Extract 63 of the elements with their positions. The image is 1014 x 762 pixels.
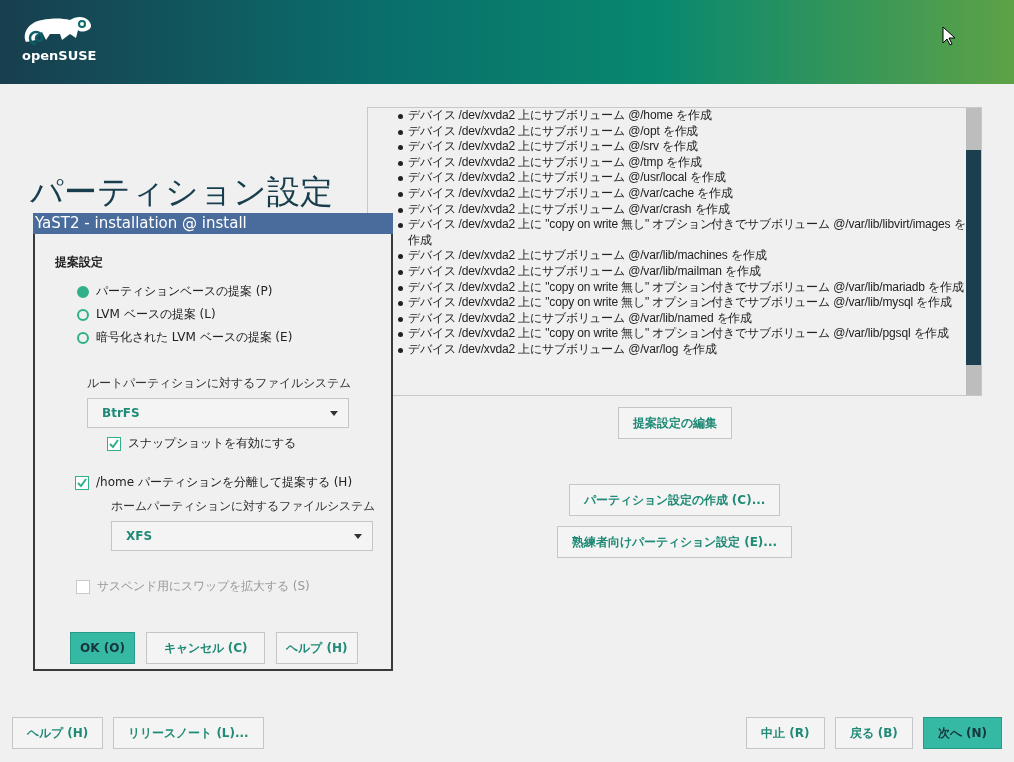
bullet-icon [398,129,403,135]
page-title: パーティション設定 [30,173,334,211]
bullet-icon [398,269,403,275]
caret-icon [330,410,338,416]
radio-option[interactable]: LVM ベースの提案 (L) [77,306,391,323]
radio-option[interactable]: パーティションベースの提案 (P) [77,283,391,300]
log-line: デバイス /dev/xvda2 上にサブボリューム @/var/log を作成 [408,341,718,356]
bullet-icon [398,332,403,338]
log-line: デバイス /dev/xvda2 上にサブボリューム @/var/cache を作成 [408,185,733,200]
log-line: デバイス /dev/xvda2 上にサブボリューム @/opt を作成 [408,123,699,138]
action-button[interactable]: パーティション設定の作成 (C)... [568,484,781,516]
log-line: デバイス /dev/xvda2 上にサブボリューム @/var/lib/mailman を作成 [408,263,761,278]
log-line: デバイス /dev/xvda2 上にサブボリューム @/srv を作成 [408,139,698,154]
action-button[interactable]: 提案設定の編集 [617,407,732,439]
checkbox[interactable] [75,475,89,490]
field-label: ホームパーティションに対するファイルシステム [111,498,376,515]
log-line: デバイス /dev/xvda2 上に "copy on write 無し" オプション付きでサブボリューム @/var/lib/mariadb を作成 [408,279,964,294]
bullet-icon [398,285,403,291]
radio-option[interactable]: 暗号化された LVM ベースの提案 (E) [77,329,391,346]
primary-button[interactable]: OK (O) [70,632,135,664]
bullet-icon [398,316,403,322]
bullet-icon [398,145,403,151]
button[interactable]: ヘルプ (H) [276,632,358,664]
log-line: デバイス /dev/xvda2 上に "copy on write 無し" オプション付きでサブボリューム @/var/lib/mysql を作成 [408,295,952,310]
button[interactable]: 中止 (R) [746,717,825,749]
bullet-icon [398,176,403,182]
scrollbar[interactable] [966,108,981,395]
button[interactable]: 戻る (B) [834,717,913,749]
checkbox[interactable] [107,436,121,451]
bullet-icon [398,254,403,260]
bullet-icon [398,191,403,197]
radio-button[interactable] [77,285,89,298]
checkbox-option[interactable]: /home パーティションを分離して提案する (H) [75,474,391,491]
action-button[interactable]: 熟練者向けパーティション設定 (E)... [557,526,792,558]
radio-button[interactable] [77,308,89,321]
log-line: デバイス /dev/xvda2 上にサブボリューム @/var/lib/machines を作成 [408,248,767,263]
bullet-icon [398,114,403,119]
radio-button[interactable] [77,331,89,344]
log-line: デバイス /dev/xvda2 上にサブボリューム @/home を作成 [408,108,712,122]
log-line: デバイス /dev/xvda2 上にサブボリューム @/var/lib/named を作成 [408,310,753,325]
bullet-icon [398,347,403,353]
bullet-icon [398,207,403,213]
section-title: 提案設定 [55,254,104,271]
window-title: YaST2 - installation @ install [33,213,393,234]
button[interactable]: リリースノート (L)... [113,717,264,749]
checkbox-option[interactable]: スナップショットを有効にする [107,435,391,452]
log-line: デバイス /dev/xvda2 上にサブボリューム @/var/crash を作成 [408,201,731,216]
field-label: ルートパーティションに対するファイルシステム [87,375,352,392]
bullet-icon [398,301,403,307]
dropdown[interactable]: BtrFS [87,398,349,428]
button[interactable]: キャンセル (C) [146,632,265,664]
logo-text: openSUSE [22,48,97,63]
log-line: デバイス /dev/xvda2 上に "copy on write 無し" オプション付きでサブボリューム @/var/lib/pgsql を作成 [408,326,950,341]
dropdown[interactable]: XFS [111,521,373,551]
log-line: デバイス /dev/xvda2 上に "copy on write 無し" オプション付きでサブボリューム @/var/lib/libvirt/images を作成 [408,217,966,247]
mouse-cursor-icon [942,26,956,46]
button[interactable]: ヘルプ (H) [12,717,104,749]
bullet-icon [398,223,403,229]
log-line: デバイス /dev/xvda2 上にサブボリューム @/tmp を作成 [408,154,702,169]
caret-icon [354,533,362,539]
primary-button[interactable]: 次へ (N) [922,717,1002,749]
log-line: デバイス /dev/xvda2 上にサブボリューム @/usr/local を作成 [408,170,726,185]
bullet-icon [398,160,403,166]
